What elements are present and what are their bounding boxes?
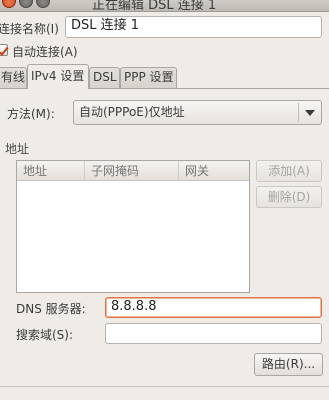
minimize-window-icon[interactable] <box>19 0 33 8</box>
routes-button[interactable]: 路由(R)... <box>254 353 323 376</box>
tab-wired[interactable]: 有线 <box>0 67 27 88</box>
addresses-section-title: 地址 <box>5 142 30 156</box>
tab-ipv4-settings[interactable]: IPv4 设置 <box>27 64 89 89</box>
delete-address-button[interactable]: 删除(D) <box>256 186 322 208</box>
column-header-gateway[interactable]: 网关 <box>179 161 249 181</box>
dns-servers-label: DNS 服务器: <box>16 302 86 316</box>
method-select[interactable]: 自动(PPPoE)仅地址 <box>73 100 322 125</box>
tab-dsl[interactable]: DSL <box>89 67 120 88</box>
close-window-icon[interactable] <box>2 0 16 8</box>
auto-connect-label[interactable]: 自动连接(A) <box>12 43 78 60</box>
tab-ppp-settings[interactable]: PPP 设置 <box>120 67 177 88</box>
column-header-address[interactable]: 地址 <box>17 161 85 181</box>
maximize-window-icon[interactable] <box>36 0 50 8</box>
connection-name-input[interactable]: DSL 连接 1 <box>65 16 322 38</box>
column-header-netmask[interactable]: 子网掩码 <box>85 161 179 181</box>
method-select-value: 自动(PPPoE)仅地址 <box>79 105 185 119</box>
window-title: 正在编辑 DSL 连接 1 <box>92 0 217 12</box>
panel-bottom-divider <box>0 386 329 387</box>
add-address-button[interactable]: 添加(A) <box>256 160 322 182</box>
addresses-table-header: 地址 子网掩码 网关 <box>17 161 249 181</box>
search-domains-label: 搜索域(S): <box>16 328 74 342</box>
dns-servers-input[interactable]: 8.8.8.8 <box>105 297 322 318</box>
addresses-table[interactable]: 地址 子网掩码 网关 <box>16 160 250 293</box>
chevron-down-icon <box>305 110 315 116</box>
combo-separator <box>298 103 299 122</box>
connection-name-label: 连接名称(I) <box>0 22 59 36</box>
auto-connect-checkbox[interactable] <box>0 44 8 56</box>
method-label: 方法(M): <box>7 107 55 121</box>
window-titlebar: 正在编辑 DSL 连接 1 <box>0 0 329 12</box>
search-domains-input[interactable] <box>105 323 322 344</box>
